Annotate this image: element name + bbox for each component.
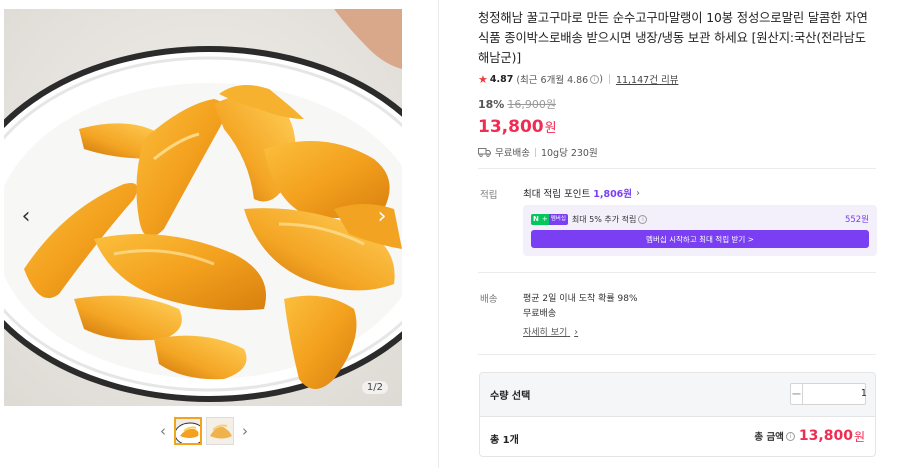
thumbnail-image-1 — [176, 419, 200, 443]
gallery-page-indicator: 1/2 — [361, 381, 388, 394]
quantity-select-row: 수량 선택 − + — [480, 373, 875, 416]
thumbnail-1[interactable] — [174, 417, 202, 445]
chevron-right-icon: › — [574, 327, 579, 338]
gallery-prev-button[interactable]: ‹ — [14, 201, 38, 231]
thumbnail-2[interactable] — [206, 417, 234, 445]
chevron-right-icon: › — [377, 203, 387, 229]
membership-amount: 552원 — [844, 215, 869, 225]
review-count-link[interactable]: 11,147건 리뷰 — [616, 72, 678, 86]
badge-text: 멤버십 — [548, 213, 568, 225]
rating-recent: (최근 6개월 4.86 — [516, 75, 589, 86]
truck-icon — [478, 148, 491, 157]
shipping-text: 무료배송 — [495, 148, 530, 159]
sale-price: 13,800 — [478, 117, 544, 137]
quantity-box: 수량 선택 − + 총 1개 총 금액 i 13,800 원 — [479, 372, 876, 457]
thumb-prev-icon[interactable]: ‹ — [156, 422, 170, 440]
section-divider — [478, 354, 876, 355]
naver-membership-badge: N + 멤버십 — [531, 213, 568, 225]
detail-link-label: 자세히 보기 — [523, 328, 568, 338]
product-main-image[interactable]: ‹ › 1/2 — [4, 9, 402, 406]
shipping-row: 무료배송 10g당 230원 — [478, 145, 878, 159]
delivery-free: 무료배송 — [523, 309, 557, 319]
rating-score: 4.87 — [489, 73, 514, 85]
quantity-stepper: − + — [790, 383, 875, 405]
price-row: 13,800 원 — [478, 117, 878, 139]
chevron-right-icon: › — [636, 187, 641, 199]
total-amount-group: 총 금액 i 13,800 원 — [754, 426, 865, 446]
product-title: 청정해남 꿀고구마로 만든 순수고구마말랭이 10봉 정성으로말린 달콤한 자연… — [478, 11, 868, 65]
delivery-detail-link[interactable]: 자세히 보기 › — [523, 325, 578, 338]
dried-sweet-potato-photo — [4, 9, 402, 406]
gallery-next-button[interactable]: › — [370, 201, 394, 231]
delivery-probability: 평균 2일 이내 도착 확률 98% — [523, 294, 638, 304]
total-row: 총 1개 총 금액 i 13,800 원 — [480, 416, 875, 456]
quantity-input[interactable] — [802, 384, 875, 404]
max-points-link[interactable]: 최대 적립 포인트 1,806원 › — [523, 186, 641, 201]
vertical-divider — [438, 0, 439, 468]
rating-row: ★ 4.87 (최근 6개월 4.86 i ) 11,147건 리뷰 — [478, 70, 878, 88]
quantity-label: 수량 선택 — [490, 391, 531, 402]
section-divider — [478, 168, 876, 169]
rating-recent-close: ) — [599, 73, 603, 85]
discount-row: 18% 16,900원 — [478, 97, 878, 112]
total-label: 총 금액 — [754, 432, 784, 443]
thumb-next-icon[interactable]: › — [238, 422, 252, 440]
unit-price: 10g당 230원 — [540, 148, 598, 159]
points-section-label: 적립 — [480, 190, 498, 201]
membership-start-button[interactable]: 멤버십 시작하고 최대 적립 받기 > — [531, 230, 869, 248]
badge-n: N — [531, 213, 541, 225]
thumbnail-image-2 — [207, 418, 233, 444]
info-icon[interactable]: i — [590, 74, 600, 84]
points-amount: 1,806원 — [593, 189, 633, 200]
discount-rate: 18% — [478, 97, 505, 111]
total-count: 총 1개 — [490, 435, 519, 446]
thumbnail-strip: ‹ › — [156, 417, 252, 445]
section-divider — [478, 272, 876, 273]
membership-extra-text: 최대 5% 추가 적립 — [571, 214, 637, 224]
membership-row: N + 멤버십 최대 5% 추가 적립 i 552원 — [531, 213, 869, 225]
membership-box: N + 멤버십 최대 5% 추가 적립 i 552원 멤버십 시작하고 최대 적… — [523, 205, 877, 256]
star-icon: ★ — [478, 72, 488, 86]
chevron-left-icon: ‹ — [21, 203, 31, 229]
total-price-unit: 원 — [853, 429, 865, 444]
info-icon[interactable]: i — [638, 214, 648, 224]
badge-plus: + — [540, 213, 549, 225]
product-info-panel: 청정해남 꿀고구마로 만든 순수고구마말랭이 10봉 정성으로말린 달콤한 자연… — [478, 8, 878, 159]
points-title: 최대 적립 포인트 — [523, 189, 591, 200]
quantity-minus-button[interactable]: − — [791, 384, 803, 404]
original-price: 16,900원 — [507, 98, 556, 111]
info-icon[interactable]: i — [785, 431, 795, 441]
total-price: 13,800 — [798, 428, 853, 444]
sale-price-unit: 원 — [544, 121, 557, 136]
rating-separator — [608, 74, 610, 84]
delivery-section-label: 배송 — [480, 294, 498, 305]
shipping-separator — [534, 147, 536, 157]
